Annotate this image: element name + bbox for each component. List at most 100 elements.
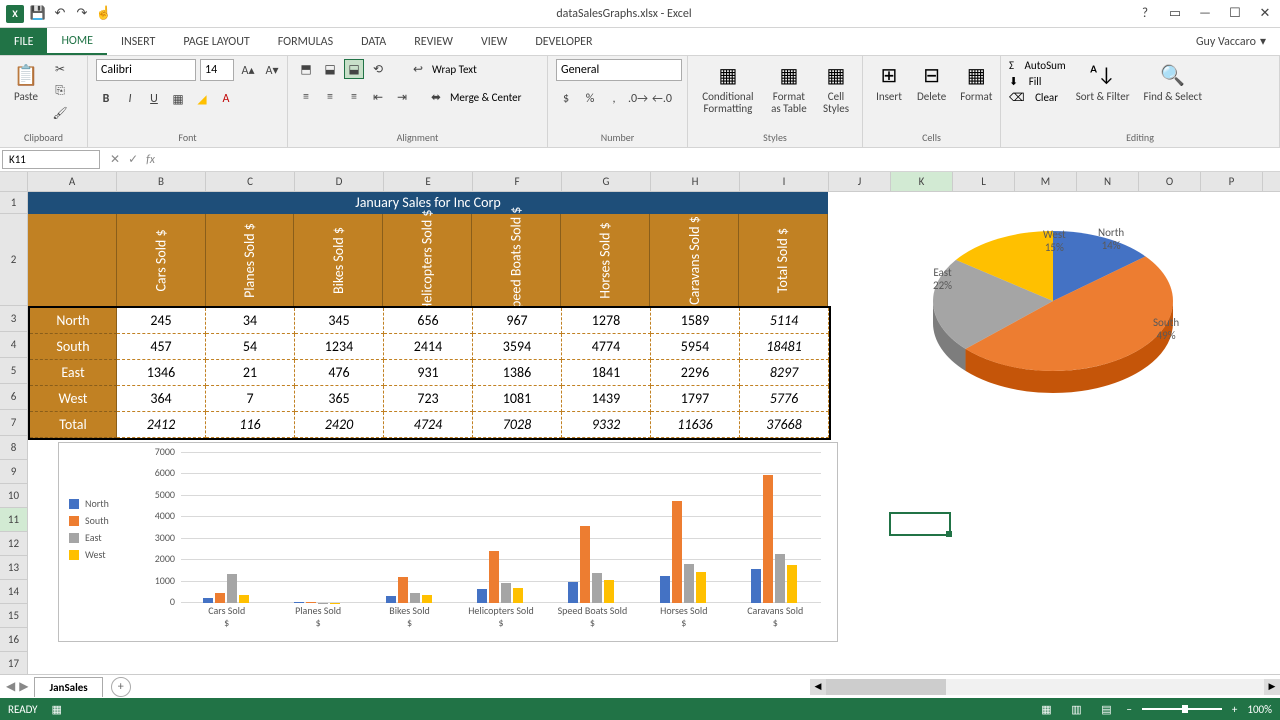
row-header[interactable]: 6 xyxy=(0,384,27,410)
enter-formula-icon[interactable]: ✓ xyxy=(128,152,138,167)
data-cell[interactable]: 1797 xyxy=(651,386,740,412)
ribbon-tab-home[interactable]: HOME xyxy=(47,28,107,55)
column-header[interactable]: N xyxy=(1077,172,1139,191)
fx-icon[interactable]: fx xyxy=(146,153,155,167)
table-column-header[interactable]: Bikes Sold $ xyxy=(294,214,383,306)
format-cells-button[interactable]: ▦Format xyxy=(956,59,996,105)
data-cell[interactable]: 1234 xyxy=(295,334,384,360)
data-cell[interactable]: 1589 xyxy=(651,308,740,334)
font-size-combo[interactable]: 14 xyxy=(200,59,234,81)
data-cell[interactable]: 9332 xyxy=(562,412,651,438)
row-header[interactable]: 9 xyxy=(0,460,27,484)
legend-item[interactable]: North xyxy=(69,497,109,510)
column-header[interactable]: P xyxy=(1201,172,1263,191)
data-cell[interactable]: 54 xyxy=(206,334,295,360)
row-header[interactable]: 7 xyxy=(0,410,27,436)
account-menu[interactable]: Guy Vaccaro ▾ xyxy=(1182,28,1280,55)
ribbon-tab-view[interactable]: VIEW xyxy=(467,28,521,55)
bar[interactable] xyxy=(386,596,396,603)
data-cell[interactable]: 931 xyxy=(384,360,473,386)
save-icon[interactable]: 💾 xyxy=(30,6,46,22)
horizontal-scrollbar[interactable]: ◀ ▶ xyxy=(810,679,1280,695)
bar[interactable] xyxy=(398,577,408,603)
bar[interactable] xyxy=(477,589,487,603)
ribbon-tab-formulas[interactable]: FORMULAS xyxy=(264,28,347,55)
data-cell[interactable]: 7 xyxy=(206,386,295,412)
maximize-icon[interactable]: ☐ xyxy=(1220,0,1250,28)
bar[interactable] xyxy=(580,526,590,603)
file-tab[interactable]: FILE xyxy=(0,28,47,55)
bar[interactable] xyxy=(306,602,316,603)
legend-item[interactable]: West xyxy=(69,548,109,561)
row-header[interactable]: 14 xyxy=(0,580,27,604)
increase-decimal-icon[interactable]: .0→ xyxy=(628,89,648,109)
row-header[interactable]: 15 xyxy=(0,604,27,628)
row-header[interactable]: 10 xyxy=(0,484,27,508)
data-cell[interactable]: 2414 xyxy=(384,334,473,360)
copy-icon[interactable]: ⎘ xyxy=(50,81,70,101)
increase-font-icon[interactable]: A▴ xyxy=(238,60,258,80)
data-cell[interactable]: 2412 xyxy=(117,412,206,438)
pie-chart[interactable]: North14%South49%East22%West15% xyxy=(873,196,1233,416)
number-format-combo[interactable]: General xyxy=(556,59,682,81)
row-header[interactable]: 16 xyxy=(0,628,27,652)
cancel-formula-icon[interactable]: ✕ xyxy=(110,152,120,167)
comma-icon[interactable]: , xyxy=(604,89,624,109)
increase-indent-icon[interactable]: ⇥ xyxy=(392,87,412,107)
table-column-header[interactable]: Planes Sold $ xyxy=(206,214,295,306)
close-icon[interactable]: ✕ xyxy=(1250,0,1280,28)
bar[interactable] xyxy=(294,602,304,603)
fill-button[interactable]: ⬇ Fill xyxy=(1009,75,1066,88)
zoom-in-icon[interactable]: + xyxy=(1232,703,1237,716)
page-break-view-icon[interactable]: ▤ xyxy=(1096,701,1116,717)
row-header[interactable]: 17 xyxy=(0,652,27,676)
table-column-header[interactable]: Cars Sold $ xyxy=(117,214,206,306)
normal-view-icon[interactable]: ▦ xyxy=(1036,701,1056,717)
border-button[interactable]: ▦ xyxy=(168,89,188,109)
font-name-combo[interactable]: Calibri xyxy=(96,59,196,81)
data-cell[interactable]: 345 xyxy=(295,308,384,334)
fill-handle[interactable] xyxy=(946,531,952,537)
page-layout-view-icon[interactable]: ▥ xyxy=(1066,701,1086,717)
data-cell[interactable]: 1346 xyxy=(117,360,206,386)
table-column-header[interactable]: Speed Boats Sold $ xyxy=(472,214,561,306)
merge-icon[interactable]: ⬌ xyxy=(426,87,446,107)
wrap-text-icon[interactable]: ↩ xyxy=(408,59,428,79)
row-header[interactable]: 5 xyxy=(0,358,27,384)
minimize-icon[interactable]: — xyxy=(1190,0,1220,28)
bar[interactable] xyxy=(489,551,499,603)
data-cell[interactable]: 476 xyxy=(295,360,384,386)
legend-item[interactable]: South xyxy=(69,514,109,527)
data-cell[interactable]: 3594 xyxy=(473,334,562,360)
bar[interactable] xyxy=(672,501,682,603)
currency-icon[interactable]: $ xyxy=(556,89,576,109)
align-right-icon[interactable]: ≡ xyxy=(344,87,364,107)
conditional-formatting-button[interactable]: ▦Conditional Formatting xyxy=(696,59,760,117)
select-all-corner[interactable] xyxy=(0,172,28,191)
align-center-icon[interactable]: ≡ xyxy=(320,87,340,107)
delete-cells-button[interactable]: ⊟Delete xyxy=(913,59,950,105)
clear-button[interactable]: ⌫ Clear xyxy=(1009,91,1066,104)
worksheet-grid[interactable]: ABCDEFGHIJKLMNOP 12345678910111213141516… xyxy=(0,172,1280,692)
data-cell[interactable]: 7028 xyxy=(473,412,562,438)
column-header[interactable]: G xyxy=(562,172,651,191)
macro-record-icon[interactable]: ▦ xyxy=(52,703,62,716)
bar[interactable] xyxy=(215,593,225,603)
data-cell[interactable]: 365 xyxy=(295,386,384,412)
insert-cells-button[interactable]: ⊞Insert xyxy=(871,59,907,105)
align-top-icon[interactable]: ⬒ xyxy=(296,59,316,79)
bar[interactable] xyxy=(660,576,670,603)
data-cell[interactable]: 1081 xyxy=(473,386,562,412)
table-column-header[interactable]: Horses Sold $ xyxy=(561,214,650,306)
bar[interactable] xyxy=(239,595,249,603)
column-header[interactable]: O xyxy=(1139,172,1201,191)
row-header[interactable]: 3 xyxy=(0,306,27,332)
zoom-out-icon[interactable]: − xyxy=(1126,703,1131,716)
column-header[interactable]: K xyxy=(891,172,953,191)
active-cell[interactable] xyxy=(889,512,951,536)
align-middle-icon[interactable]: ⬓ xyxy=(320,59,340,79)
data-cell[interactable]: 4774 xyxy=(562,334,651,360)
sheet-tab[interactable]: JanSales xyxy=(34,677,102,697)
prev-sheet-icon[interactable]: ◀ xyxy=(6,679,15,694)
bar[interactable] xyxy=(501,583,511,603)
